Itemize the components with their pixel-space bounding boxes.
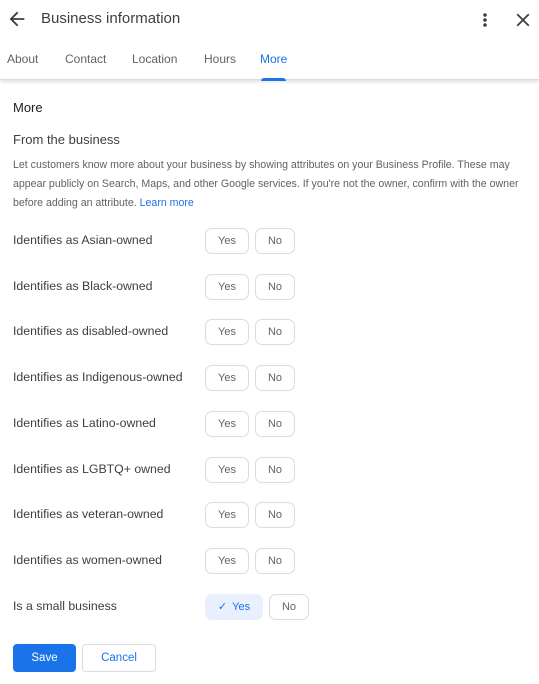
more-vert-icon [483,13,487,27]
yes-label: Yes [218,235,236,247]
tab-hours[interactable]: Hours [204,52,236,80]
yes-label: Yes [232,601,251,613]
yes-button[interactable]: ✓ Yes [205,594,263,620]
tab-bar: About Contact Location Hours More [0,44,539,81]
arrow-left-icon [9,11,25,27]
yes-label: Yes [218,281,236,293]
tab-contact[interactable]: Contact [65,52,106,80]
no-label: No [281,601,297,613]
back-button[interactable] [6,8,28,30]
no-button[interactable]: No [255,274,295,300]
attribute-label: Identifies as disabled-owned [13,324,169,338]
attribute-row: Identifies as women-owned Yes No [0,548,539,574]
tab-location[interactable]: Location [132,52,177,80]
attribute-row: Is a small business ✓ Yes No [0,594,539,620]
yes-button[interactable]: Yes [205,274,249,300]
yes-button[interactable]: Yes [205,502,249,528]
attribute-label: Identifies as Black-owned [13,279,153,293]
yes-button[interactable]: Yes [205,411,249,437]
dialog-title: Business information [41,10,181,27]
attribute-row: Identifies as disabled-owned Yes No [0,319,539,345]
attribute-label: Identifies as Asian-owned [13,233,153,247]
attribute-label: Identifies as Latino-owned [13,416,156,430]
no-button[interactable]: No [255,319,295,345]
no-label: No [267,555,283,567]
yes-button[interactable]: Yes [205,319,249,345]
attribute-label: Identifies as women-owned [13,553,163,567]
section-subtitle: From the business [13,132,120,147]
attribute-label: Identifies as Indigenous-owned [13,370,183,384]
yes-label: Yes [218,509,236,521]
no-label: No [267,281,283,293]
yes-label: Yes [218,326,236,338]
attribute-row: Identifies as veteran-owned Yes No [0,502,539,528]
section-description: Let customers know more about your busin… [13,156,528,213]
no-button[interactable]: No [255,548,295,574]
no-label: No [267,464,283,476]
yes-label: Yes [218,418,236,430]
yes-button[interactable]: Yes [205,365,249,391]
no-button[interactable]: No [255,228,295,254]
attribute-row: Identifies as Black-owned Yes No [0,274,539,300]
no-button[interactable]: No [255,411,295,437]
save-button[interactable]: Save [13,644,76,672]
check-icon: ✓ [217,601,228,613]
attribute-label: Is a small business [13,599,117,613]
cancel-button[interactable]: Cancel [82,644,156,672]
description-text: Let customers know more about your busin… [13,159,519,209]
yes-button[interactable]: Yes [205,457,249,483]
no-label: No [267,372,283,384]
tab-about[interactable]: About [7,52,38,80]
yes-button[interactable]: Yes [205,548,249,574]
attribute-label: Identifies as LGBTQ+ owned [13,462,171,476]
no-button[interactable]: No [255,457,295,483]
no-label: No [267,509,283,521]
no-label: No [267,418,283,430]
section-title: More [13,100,43,115]
close-icon [516,13,530,27]
tab-more[interactable]: More [260,52,287,81]
yes-label: Yes [218,372,236,384]
yes-label: Yes [218,464,236,476]
attribute-row: Identifies as Indigenous-owned Yes No [0,365,539,391]
no-button[interactable]: No [255,502,295,528]
no-button[interactable]: No [255,365,295,391]
attribute-label: Identifies as veteran-owned [13,507,164,521]
attribute-row: Identifies as LGBTQ+ owned Yes No [0,457,539,483]
yes-button[interactable]: Yes [205,228,249,254]
learn-more-link[interactable]: Learn more [140,197,194,209]
no-button[interactable]: No [269,594,309,620]
no-label: No [267,326,283,338]
dialog-header: Business information [0,0,539,40]
more-options-button[interactable] [476,9,494,31]
attribute-row: Identifies as Asian-owned Yes No [0,228,539,254]
attribute-row: Identifies as Latino-owned Yes No [0,411,539,437]
close-button[interactable] [512,9,534,31]
no-label: No [267,235,283,247]
yes-label: Yes [218,555,236,567]
